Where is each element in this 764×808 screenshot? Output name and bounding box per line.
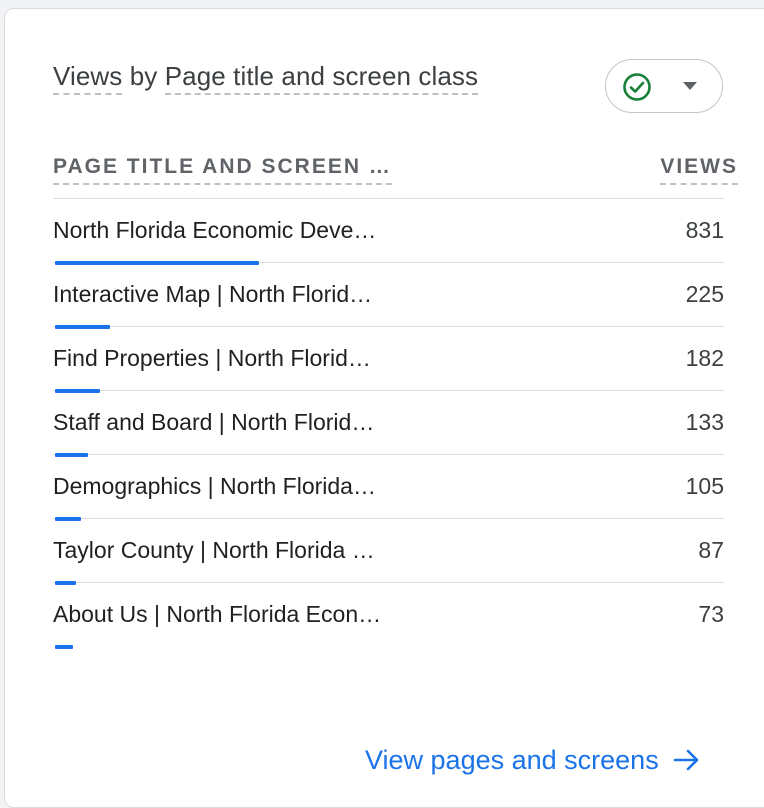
dimension-name[interactable]: Page title and screen class <box>164 61 479 95</box>
row-value: 105 <box>685 473 724 499</box>
row-value: 73 <box>698 601 724 627</box>
table-row[interactable]: About Us | North Florida Econ… 73 <box>53 583 724 649</box>
view-pages-link[interactable]: View pages and screens <box>365 745 701 776</box>
arrow-right-icon <box>673 749 699 771</box>
column-header-dimension[interactable]: PAGE TITLE AND SCREEN … <box>53 155 392 185</box>
table-row[interactable]: Find Properties | North Florid… 182 <box>53 327 724 393</box>
row-label: Interactive Map | North Florid… <box>53 281 373 307</box>
metric-name[interactable]: Views <box>53 61 123 95</box>
table-row[interactable]: North Florida Economic Deve… 831 <box>53 199 724 265</box>
table-row[interactable]: Staff and Board | North Florid… 133 <box>53 391 724 457</box>
views-card: Views by Page title and screen class PAG… <box>4 8 764 808</box>
row-value-bar <box>55 645 73 649</box>
table-row[interactable]: Interactive Map | North Florid… 225 <box>53 263 724 329</box>
card-title: Views by Page title and screen class <box>53 61 479 95</box>
row-value: 133 <box>685 409 724 435</box>
title-connector: by <box>122 61 165 91</box>
row-label: Taylor County | North Florida … <box>53 537 375 563</box>
column-header-views[interactable]: VIEWS <box>660 155 738 185</box>
row-label: North Florida Economic Deve… <box>53 217 377 243</box>
row-value: 225 <box>685 281 724 307</box>
caret-down-icon <box>683 82 697 90</box>
row-value: 87 <box>698 537 724 563</box>
row-label: Find Properties | North Florid… <box>53 345 371 371</box>
view-pages-link-label: View pages and screens <box>365 745 659 775</box>
row-value: 831 <box>685 217 724 243</box>
row-label: Demographics | North Florida… <box>53 473 376 499</box>
check-circle-icon <box>623 73 651 101</box>
data-table: North Florida Economic Deve… 831 Interacti… <box>53 199 724 649</box>
status-dropdown-button[interactable] <box>605 59 723 113</box>
table-row[interactable]: Demographics | North Florida… 105 <box>53 455 724 521</box>
row-label: About Us | North Florida Econ… <box>53 601 382 627</box>
row-value: 182 <box>685 345 724 371</box>
table-row[interactable]: Taylor County | North Florida … 87 <box>53 519 724 585</box>
row-label: Staff and Board | North Florid… <box>53 409 375 435</box>
